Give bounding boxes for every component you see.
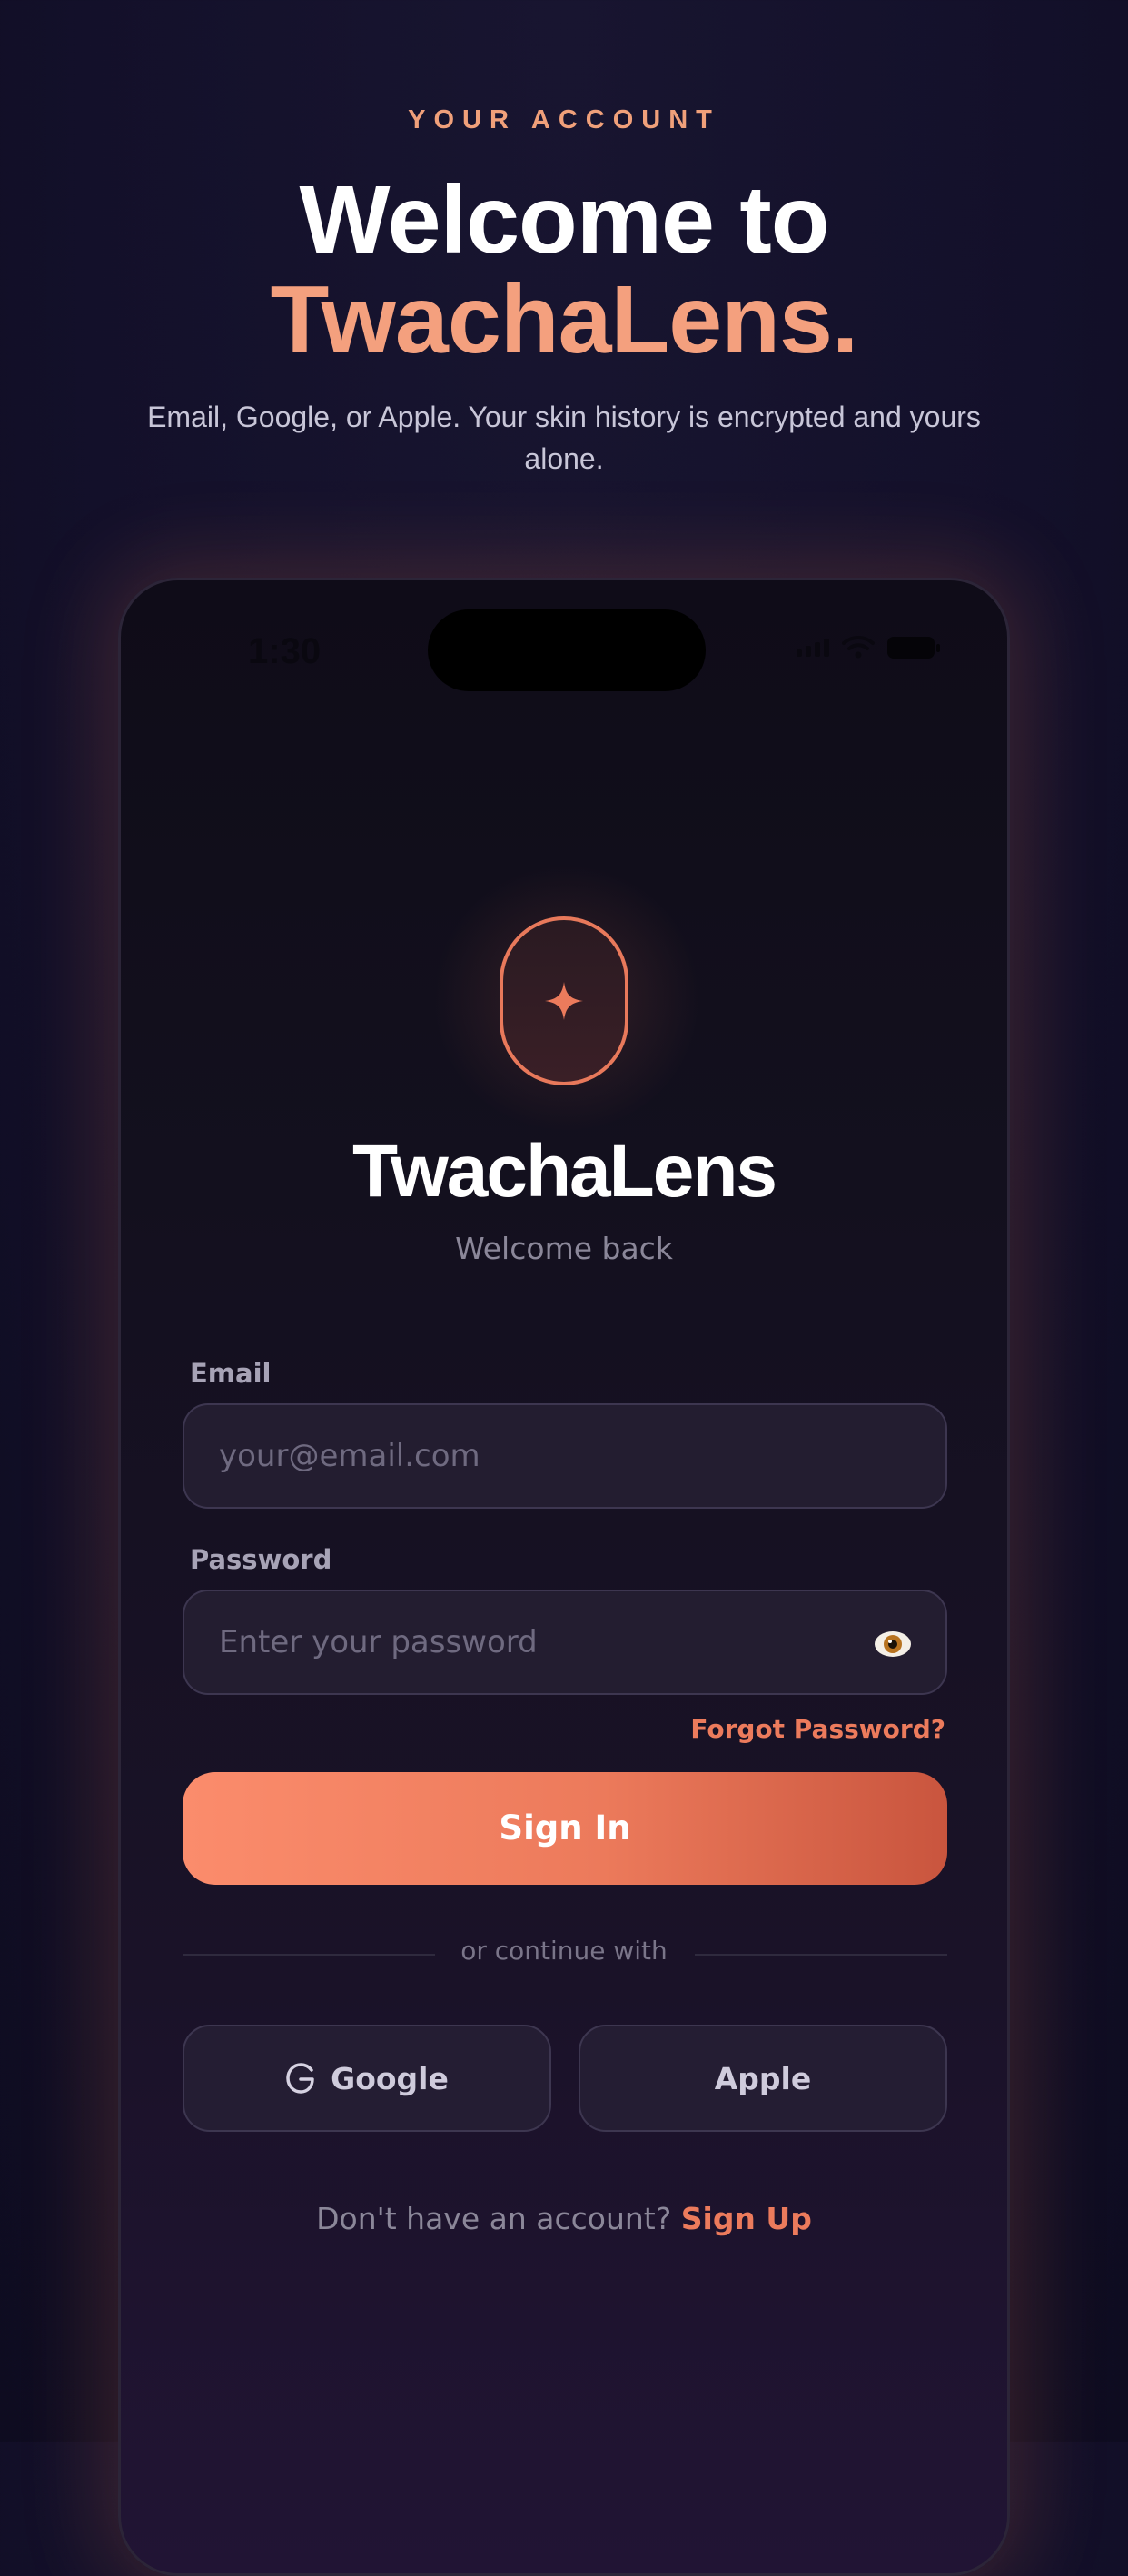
wifi-icon	[842, 636, 875, 659]
google-label: Google	[331, 2060, 449, 2096]
cellular-signal-icon	[797, 639, 829, 657]
eyebrow-label: YOUR ACCOUNT	[408, 105, 720, 134]
headline-line-2: TwachaLens.	[270, 266, 859, 373]
dynamic-island	[428, 609, 706, 691]
status-bar-time: 1:30	[248, 631, 322, 671]
battery-icon	[887, 637, 940, 659]
sparkle-icon	[545, 982, 583, 1020]
signup-prompt-row: Don't have an account? Sign Up	[121, 2201, 1007, 2236]
password-field[interactable]	[219, 1591, 800, 1693]
status-bar-icons	[797, 635, 940, 660]
google-sign-in-button[interactable]: Google	[183, 2025, 551, 2132]
phone-frame: 1:30 TwachaLens Welcome back Email Passw…	[118, 578, 1010, 2576]
password-field-container	[183, 1590, 947, 1695]
header-subtitle: Email, Google, or Apple. Your skin histo…	[147, 401, 981, 475]
email-field-container	[183, 1403, 947, 1509]
eye-icon[interactable]	[873, 1624, 913, 1664]
signup-prompt: Don't have an account?	[316, 2201, 672, 2236]
email-field[interactable]	[219, 1405, 855, 1507]
email-label: Email	[190, 1358, 272, 1389]
divider-text: or continue with	[460, 1936, 668, 1966]
welcome-back-text: Welcome back	[455, 1231, 673, 1266]
sign-in-button[interactable]: Sign In	[183, 1772, 947, 1885]
app-logo	[500, 916, 628, 1085]
brand-name: TwachaLens	[351, 1130, 777, 1213]
headline-line-1: Welcome to	[299, 166, 830, 273]
google-g-icon	[286, 2063, 314, 2094]
apple-label: Apple	[714, 2060, 812, 2096]
forgot-password-link[interactable]: Forgot Password?	[690, 1714, 945, 1744]
apple-sign-in-button[interactable]: Apple	[579, 2025, 947, 2132]
divider-right	[695, 1954, 947, 1956]
sign-up-link[interactable]: Sign Up	[681, 2201, 812, 2236]
password-label: Password	[190, 1544, 332, 1575]
